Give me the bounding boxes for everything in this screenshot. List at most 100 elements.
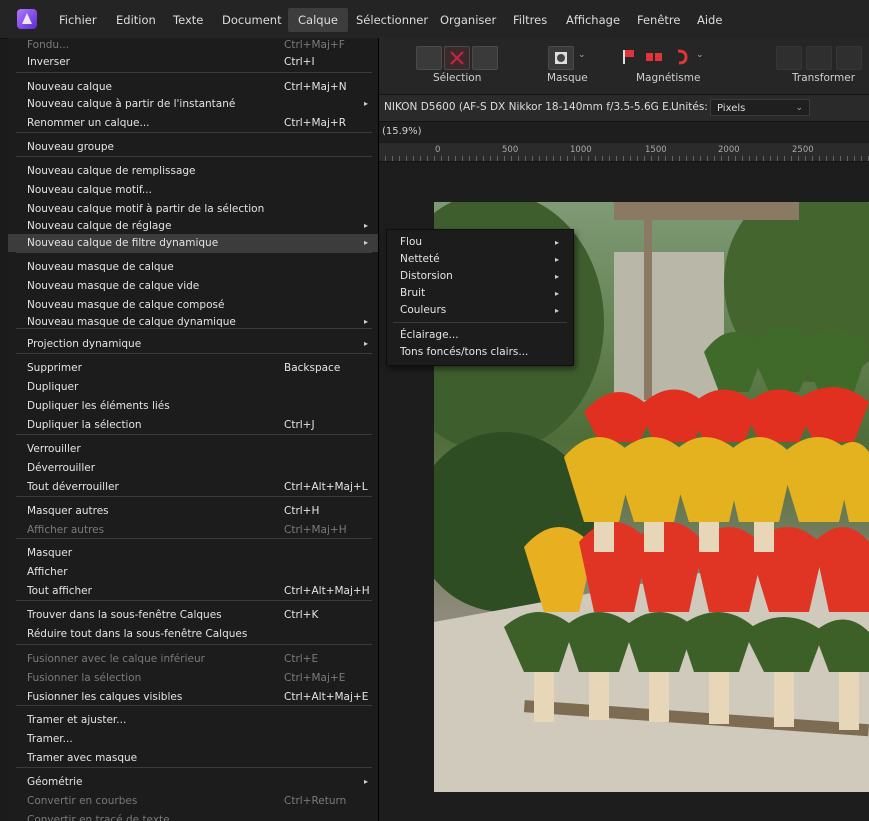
horizontal-ruler[interactable]: 0 500 1000 1500 2000 2500 bbox=[378, 143, 869, 162]
menu-aide[interactable]: Aide bbox=[697, 11, 722, 29]
menu-item[interactable]: Tramer avec masque bbox=[8, 749, 378, 767]
invert-selection-icon[interactable] bbox=[472, 46, 498, 70]
menu-item-label: Nouveau calque bbox=[27, 81, 112, 93]
submenu-item[interactable]: Distorsion ▸ bbox=[387, 268, 573, 285]
transform-icon-1[interactable] bbox=[776, 46, 802, 70]
magnet-icon[interactable] bbox=[674, 48, 690, 66]
menu-document[interactable]: Document bbox=[222, 11, 282, 29]
menu-edition[interactable]: Edition bbox=[116, 11, 156, 29]
snapping-flag-icon[interactable] bbox=[621, 49, 635, 65]
menu-item-shortcut: Backspace bbox=[284, 362, 341, 374]
snapping-options-icon[interactable] bbox=[646, 51, 664, 63]
submenu-item[interactable]: Tons foncés/tons clairs... bbox=[387, 344, 573, 361]
menu-item[interactable]: Masquer autres Ctrl+H bbox=[8, 502, 378, 520]
menu-item[interactable]: Tramer et ajuster... bbox=[8, 711, 378, 729]
menu-item[interactable]: Nouveau calque motif... bbox=[8, 181, 378, 199]
submenu-item[interactable]: Flou ▸ bbox=[387, 234, 573, 251]
menu-item-label: Géométrie bbox=[27, 776, 83, 788]
submenu-arrow-icon: ▸ bbox=[364, 99, 369, 108]
transform-icon-3[interactable] bbox=[836, 46, 862, 70]
menu-item[interactable]: Nouveau calque à partir de l'instantané ▸ bbox=[8, 95, 378, 113]
submenu-item-label: Bruit bbox=[400, 287, 426, 299]
menu-selectionner[interactable]: Sélectionner bbox=[356, 11, 428, 29]
menu-item-shortcut: Ctrl+I bbox=[284, 56, 315, 68]
menu-separator bbox=[16, 600, 372, 601]
submenu-item[interactable]: Couleurs ▸ bbox=[387, 302, 573, 319]
menu-item[interactable]: Masquer bbox=[8, 544, 378, 562]
menu-item[interactable]: Fusionner les calques visibles Ctrl+Alt+M… bbox=[8, 688, 378, 706]
menu-item-shortcut: Ctrl+Return bbox=[284, 795, 347, 807]
submenu-item[interactable]: Netteté ▸ bbox=[387, 251, 573, 268]
menu-fenetre[interactable]: Fenêtre bbox=[637, 11, 680, 29]
menu-item-shortcut: Ctrl+Alt+Maj+L bbox=[284, 481, 368, 493]
document-tab[interactable]: (15.9%) bbox=[378, 122, 869, 142]
menu-item[interactable]: Nouveau masque de calque dynamique ▸ bbox=[8, 313, 378, 331]
menu-item[interactable]: Géométrie ▸ bbox=[8, 773, 378, 791]
clear-selection-icon[interactable] bbox=[444, 46, 470, 70]
menu-item-label: Nouveau groupe bbox=[27, 141, 114, 153]
menu-item[interactable]: Dupliquer bbox=[8, 378, 378, 396]
menu-item[interactable]: Nouveau calque de filtre dynamique ▸ bbox=[8, 234, 378, 252]
menu-item[interactable]: Inverser Ctrl+I bbox=[8, 53, 378, 71]
menu-item[interactable]: Dupliquer les éléments liés bbox=[8, 397, 378, 415]
menu-item[interactable]: Nouveau groupe bbox=[8, 138, 378, 156]
menu-item[interactable]: Réduire tout dans la sous-fenêtre Calque… bbox=[8, 625, 378, 643]
units-select[interactable]: Pixels ⌄ bbox=[710, 99, 810, 116]
submenu-arrow-icon: ▸ bbox=[555, 272, 560, 281]
menu-item[interactable]: Renommer un calque... Ctrl+Maj+R bbox=[8, 114, 378, 132]
chevron-down-icon: ⌄ bbox=[795, 103, 803, 113]
submenu-item[interactable]: Éclairage... bbox=[387, 327, 573, 344]
menu-item[interactable]: Déverrouiller bbox=[8, 459, 378, 477]
camera-info: NIKON D5600 (AF-S DX Nikkor 18-140mm f/3… bbox=[384, 101, 679, 113]
menu-item-label: Trouver dans la sous-fenêtre Calques bbox=[27, 609, 222, 621]
menu-organiser[interactable]: Organiser bbox=[440, 11, 496, 29]
menu-calque[interactable]: Calque bbox=[288, 8, 348, 32]
submenu-arrow-icon: ▸ bbox=[555, 289, 560, 298]
menu-item-label: Nouveau calque motif à partir de la séle… bbox=[27, 203, 265, 215]
menu-item[interactable]: Nouveau calque motif à partir de la séle… bbox=[8, 200, 378, 218]
mask-icon[interactable] bbox=[548, 46, 574, 70]
menu-item[interactable]: Afficher bbox=[8, 563, 378, 581]
menu-item[interactable]: Projection dynamique ▸ bbox=[8, 335, 378, 353]
menu-item[interactable]: Nouveau calque Ctrl+Maj+N bbox=[8, 78, 378, 96]
menu-item[interactable]: Nouveau calque de remplissage bbox=[8, 162, 378, 180]
menu-item[interactable]: Supprimer Backspace bbox=[8, 359, 378, 377]
menu-item-label: Nouveau masque de calque dynamique bbox=[27, 316, 236, 328]
menu-item[interactable]: Trouver dans la sous-fenêtre Calques Ctrl… bbox=[8, 606, 378, 624]
menu-separator bbox=[16, 132, 372, 133]
menu-filtres[interactable]: Filtres bbox=[513, 11, 547, 29]
selection-mode-icon[interactable] bbox=[416, 46, 442, 70]
menu-item[interactable]: Dupliquer la sélection Ctrl+J bbox=[8, 416, 378, 434]
toolbar-label-selection: Sélection bbox=[433, 72, 482, 84]
menu-item[interactable]: Nouveau masque de calque bbox=[8, 258, 378, 276]
menu-item-label: Afficher autres bbox=[27, 524, 105, 536]
transform-icon-2[interactable] bbox=[806, 46, 832, 70]
menu-item[interactable]: Nouveau masque de calque composé bbox=[8, 296, 378, 314]
menu-item-label: Tramer... bbox=[27, 733, 73, 745]
menu-item[interactable]: Verrouiller bbox=[8, 440, 378, 458]
menu-item[interactable]: Nouveau calque de réglage ▸ bbox=[8, 217, 378, 235]
menu-item-label: Nouveau masque de calque composé bbox=[27, 299, 225, 311]
submenu-item-label: Éclairage... bbox=[400, 329, 459, 341]
magnet-dropdown-chevron-icon[interactable]: ⌄ bbox=[696, 50, 704, 60]
submenu-item-label: Tons foncés/tons clairs... bbox=[400, 346, 529, 358]
submenu-arrow-icon: ▸ bbox=[364, 317, 369, 326]
menu-item[interactable]: Nouveau masque de calque vide bbox=[8, 277, 378, 295]
menu-affichage[interactable]: Affichage bbox=[566, 11, 620, 29]
submenu-item[interactable]: Bruit ▸ bbox=[387, 285, 573, 302]
context-toolbar: NIKON D5600 (AF-S DX Nikkor 18-140mm f/3… bbox=[378, 95, 869, 122]
menu-fichier[interactable]: Fichier bbox=[59, 11, 97, 29]
menu-item: Convertir en courbes Ctrl+Return bbox=[8, 792, 378, 810]
affinity-photo-logo-icon[interactable] bbox=[17, 9, 37, 29]
menu-item-label: Réduire tout dans la sous-fenêtre Calque… bbox=[27, 628, 248, 640]
mask-dropdown-chevron-icon[interactable]: ⌄ bbox=[578, 50, 586, 60]
menu-item[interactable]: Tramer... bbox=[8, 730, 378, 748]
submenu-arrow-icon: ▸ bbox=[364, 777, 369, 786]
menu-item[interactable]: Tout déverrouiller Ctrl+Alt+Maj+L bbox=[8, 478, 378, 496]
menu-item-label: Verrouiller bbox=[27, 443, 81, 455]
menu-item-label: Nouveau calque de remplissage bbox=[27, 165, 196, 177]
menu-item-label: Masquer bbox=[27, 547, 73, 559]
calque-dropdown-menu: Fondu... Ctrl+Maj+F Inverser Ctrl+I Nouveau … bbox=[8, 38, 379, 821]
menu-texte[interactable]: Texte bbox=[173, 11, 203, 29]
menu-item[interactable]: Tout afficher Ctrl+Alt+Maj+H bbox=[8, 582, 378, 600]
